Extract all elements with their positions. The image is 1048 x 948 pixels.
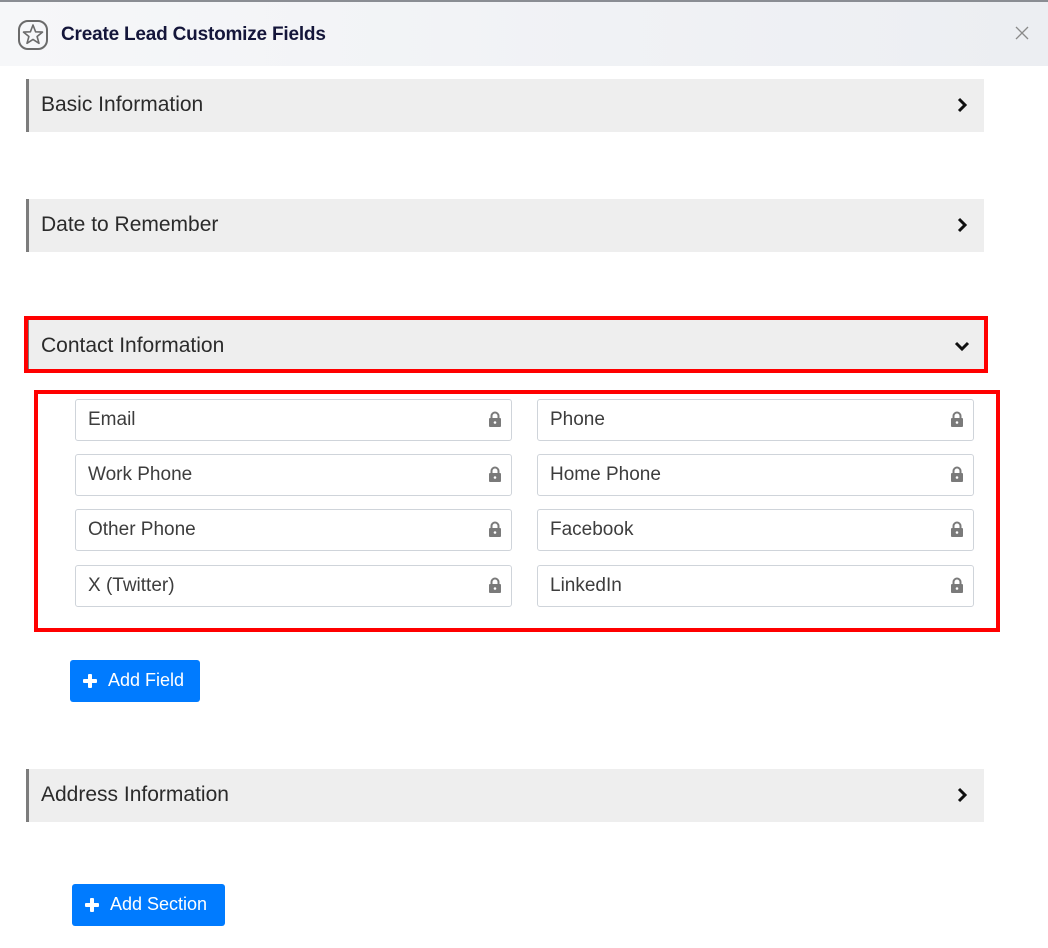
field-label: Facebook	[550, 519, 634, 540]
field-facebook[interactable]: Facebook	[537, 509, 974, 551]
dialog-header: Create Lead Customize Fields	[0, 0, 1048, 66]
section-label: Address Information	[41, 783, 229, 806]
field-label: X (Twitter)	[88, 575, 175, 596]
section-label: Date to Remember	[41, 213, 219, 236]
lock-icon	[489, 577, 501, 593]
add-section-label: Add Section	[110, 894, 208, 914]
add-field-button[interactable]: Add Field	[70, 660, 200, 702]
field-label: Work Phone	[88, 464, 193, 485]
field-label: Email	[88, 409, 136, 430]
section-label: Contact Information	[41, 334, 225, 357]
close-icon[interactable]	[1013, 24, 1031, 42]
section-date-to-remember[interactable]: Date to Remember	[26, 199, 984, 252]
field-label: LinkedIn	[550, 575, 622, 596]
chevron-right-icon	[957, 787, 968, 803]
field-home-phone[interactable]: Home Phone	[537, 454, 974, 496]
dialog-title: Create Lead Customize Fields	[61, 24, 326, 45]
lock-icon	[951, 521, 963, 537]
chevron-down-icon	[954, 341, 970, 352]
field-other-phone[interactable]: Other Phone	[75, 509, 512, 551]
field-label: Phone	[550, 409, 605, 430]
section-contact-information[interactable]: Contact Information	[26, 320, 984, 373]
plus-icon	[85, 898, 99, 912]
field-email[interactable]: Email	[75, 399, 512, 441]
add-field-label: Add Field	[108, 670, 185, 690]
field-phone[interactable]: Phone	[537, 399, 974, 441]
plus-icon	[83, 674, 97, 688]
lock-icon	[489, 466, 501, 482]
lock-icon	[489, 411, 501, 427]
field-linkedin[interactable]: LinkedIn	[537, 565, 974, 607]
field-label: Other Phone	[88, 519, 196, 540]
field-label: Home Phone	[550, 464, 661, 485]
section-address-information[interactable]: Address Information	[26, 769, 984, 822]
lock-icon	[489, 521, 501, 537]
section-label: Basic Information	[41, 93, 204, 116]
chevron-right-icon	[957, 217, 968, 233]
lock-icon	[951, 577, 963, 593]
lock-icon	[951, 466, 963, 482]
field-work-phone[interactable]: Work Phone	[75, 454, 512, 496]
chevron-right-icon	[957, 97, 968, 113]
lock-icon	[951, 411, 963, 427]
field-x-twitter[interactable]: X (Twitter)	[75, 565, 512, 607]
star-badge-icon	[18, 20, 48, 50]
add-section-button[interactable]: Add Section	[72, 884, 225, 926]
section-basic-information[interactable]: Basic Information	[26, 79, 984, 132]
